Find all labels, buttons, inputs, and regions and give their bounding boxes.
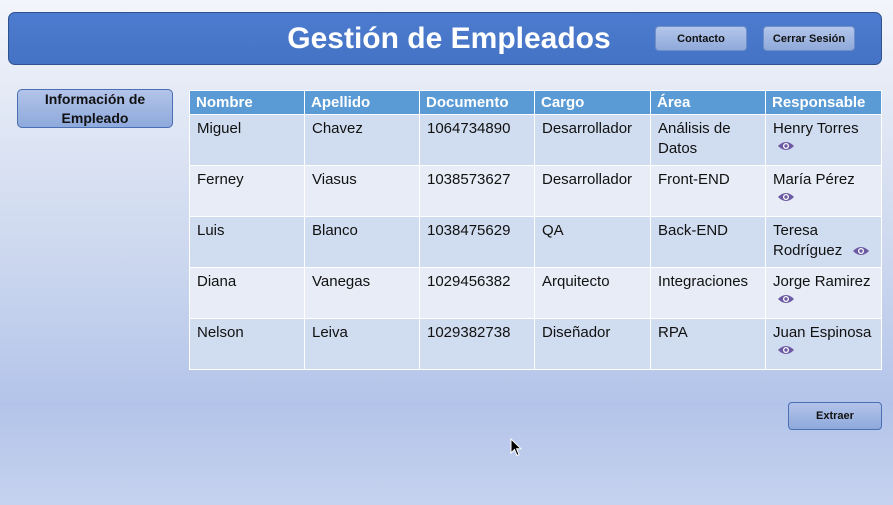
table-row: Nelson Leiva 1029382738 Diseñador RPA Ju…	[189, 318, 882, 370]
cell-responsable: María Pérez	[765, 165, 882, 217]
cell-area: Integraciones	[650, 267, 766, 319]
cell-documento: 1064734890	[419, 114, 535, 166]
responsable-name: Teresa Rodríguez	[773, 222, 843, 259]
cell-responsable: Jorge Ramirez	[765, 267, 882, 319]
column-header-documento: Documento	[419, 90, 535, 115]
cell-apellido: Chavez	[304, 114, 420, 166]
cell-responsable: Teresa Rodríguez	[765, 216, 882, 268]
employee-info-button[interactable]: Información de Empleado	[17, 89, 173, 128]
column-header-area: Área	[650, 90, 766, 115]
header-bar: Gestión de Empleados Contacto Cerrar Ses…	[8, 12, 882, 65]
column-header-nombre: Nombre	[189, 90, 305, 115]
cell-apellido: Viasus	[304, 165, 420, 217]
cell-documento: 1038475629	[419, 216, 535, 268]
eye-icon[interactable]	[777, 140, 874, 152]
mouse-cursor-icon	[510, 437, 523, 462]
cell-documento: 1029456382	[419, 267, 535, 319]
cell-area: RPA	[650, 318, 766, 370]
responsable-name: Jorge Ramirez	[773, 273, 871, 290]
eye-icon[interactable]	[777, 191, 874, 203]
cell-cargo: Desarrollador	[534, 114, 651, 166]
cell-nombre: Miguel	[189, 114, 305, 166]
cell-area: Back-END	[650, 216, 766, 268]
cell-area: Front-END	[650, 165, 766, 217]
responsable-name: María Pérez	[773, 171, 855, 188]
column-header-responsable: Responsable	[765, 90, 882, 115]
cell-apellido: Leiva	[304, 318, 420, 370]
employee-info-button-label: Información de Empleado	[44, 90, 146, 126]
column-header-apellido: Apellido	[304, 90, 420, 115]
table-header-row: Nombre Apellido Documento Cargo Área Res…	[189, 90, 882, 115]
eye-icon[interactable]	[777, 344, 874, 356]
employees-table: Nombre Apellido Documento Cargo Área Res…	[189, 90, 882, 370]
cell-responsable: Henry Torres	[765, 114, 882, 166]
eye-icon[interactable]	[777, 293, 874, 305]
table-row: Luis Blanco 1038475629 QA Back-END Teres…	[189, 216, 882, 268]
table-row: Miguel Chavez 1064734890 Desarrollador A…	[189, 114, 882, 166]
cell-cargo: QA	[534, 216, 651, 268]
contact-button[interactable]: Contacto	[655, 26, 747, 51]
cell-nombre: Nelson	[189, 318, 305, 370]
cell-nombre: Luis	[189, 216, 305, 268]
cell-cargo: Desarrollador	[534, 165, 651, 217]
responsable-name: Henry Torres	[773, 120, 859, 137]
cell-nombre: Diana	[189, 267, 305, 319]
cell-documento: 1029382738	[419, 318, 535, 370]
cell-apellido: Blanco	[304, 216, 420, 268]
responsable-name: Juan Espinosa	[773, 324, 872, 341]
page-title: Gestión de Empleados	[287, 22, 611, 55]
table-row: Diana Vanegas 1029456382 Arquitecto Inte…	[189, 267, 882, 319]
cell-apellido: Vanegas	[304, 267, 420, 319]
logout-button[interactable]: Cerrar Sesión	[763, 26, 855, 51]
cell-nombre: Ferney	[189, 165, 305, 217]
cell-cargo: Diseñador	[534, 318, 651, 370]
cell-cargo: Arquitecto	[534, 267, 651, 319]
eye-icon[interactable]	[852, 245, 870, 257]
column-header-cargo: Cargo	[534, 90, 651, 115]
table-row: Ferney Viasus 1038573627 Desarrollador F…	[189, 165, 882, 217]
cell-responsable: Juan Espinosa	[765, 318, 882, 370]
cell-documento: 1038573627	[419, 165, 535, 217]
extract-button[interactable]: Extraer	[788, 402, 882, 430]
cell-area: Análisis de Datos	[650, 114, 766, 166]
